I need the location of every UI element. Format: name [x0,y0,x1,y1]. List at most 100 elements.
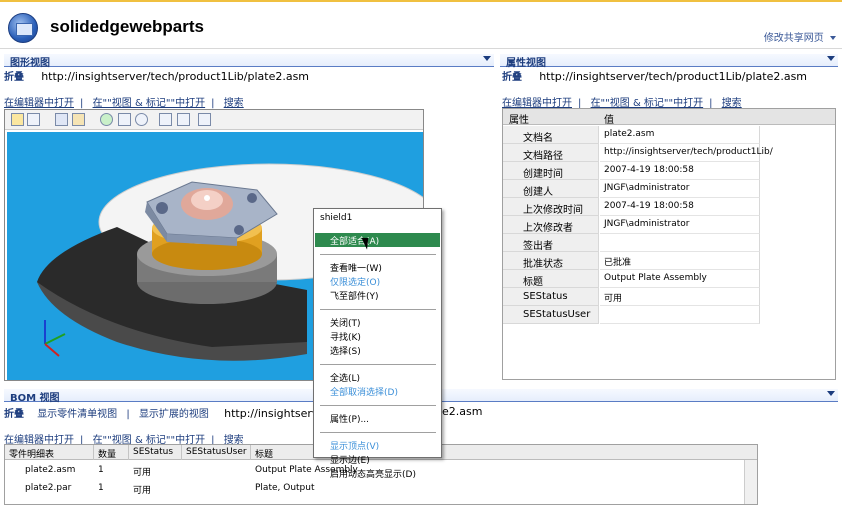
property-key: 签出者 [523,241,553,252]
pan-icon[interactable] [177,113,190,126]
column-header-parts-list[interactable]: 零件明细表 [5,445,94,460]
property-table: 属性 值 文档名 plate2.asm 文档路径 http://insightserv… [502,108,836,380]
context-menu-item[interactable]: 全部取消选择(D) [315,384,440,398]
context-menu-item[interactable]: 启用动态高亮显示(D) [315,466,440,480]
header-divider [0,48,842,49]
property-view-collapse-link[interactable]: 折叠 [502,72,522,83]
context-menu-item[interactable]: 选择(S) [315,343,440,357]
property-view-titlebar: 属性视图 [500,54,838,69]
bom-table-row[interactable]: plate2.par 1 可用 Plate, Output [5,480,745,497]
property-view-menu-icon[interactable] [827,56,835,61]
property-row[interactable]: 上次修改时间 2007-4-19 18:00:58 [503,198,835,216]
property-key: 文档名 [523,133,553,144]
camera-icon[interactable] [72,113,85,126]
property-value-cell [600,288,760,306]
context-menu-header: shield1 [320,213,353,223]
print-icon[interactable] [27,113,40,126]
open-icon[interactable] [11,113,24,126]
bom-view-collapse-link[interactable]: 折叠 [4,409,24,420]
site-logo-icon [8,13,38,43]
column-header-sestatususer[interactable]: SEStatusUser [182,445,251,460]
context-menu-item[interactable]: 属性(P)... [315,411,440,425]
context-menu-item[interactable]: 全选(L) [315,370,440,384]
bom-part-name[interactable]: plate2.par [25,483,71,493]
property-key: 创建时间 [523,169,563,180]
settings-icon[interactable] [55,113,68,126]
graphic-view-title: 图形视图 [10,58,50,69]
property-key: 标题 [523,277,543,288]
zoom-area-icon[interactable] [118,113,131,126]
graphic-view-titlebar: 图形视图 [4,54,494,69]
bom-part-name[interactable]: plate2.asm [25,465,75,475]
context-menu-item[interactable]: 显示顶点(V) [315,438,440,452]
context-menu-item[interactable]: 仅限选定(O) [315,274,440,288]
context-menu: shield1 全部适合(A) 查看唯一(W) 仅限选定(O) 飞至部件(Y) 关闭(T)… [313,208,442,480]
open-in-view-markup-link[interactable]: 在""视图 & 标记""中打开 [93,98,206,109]
column-header-value[interactable]: 值 [604,111,614,126]
bom-quantity: 1 [98,483,104,493]
property-view-path: 折叠 http://insightserver/tech/product1Lib… [502,68,807,83]
bom-quantity: 1 [98,465,104,475]
property-key-cell [503,270,599,288]
property-value: 可用 [604,294,623,304]
menu-separator [320,309,436,310]
column-header-property[interactable]: 属性 [509,111,529,126]
property-key: 上次修改时间 [523,205,583,216]
graphic-view-links: 在编辑器中打开 | 在""视图 & 标记""中打开 | 搜索 [4,98,244,109]
property-value: JNGF\administrator [604,183,690,193]
context-menu-item[interactable]: 飞至部件(Y) [315,288,440,302]
menu-separator [320,364,436,365]
refresh-icon[interactable] [100,113,113,126]
property-row[interactable]: 创建时间 2007-4-19 18:00:58 [503,162,835,180]
property-row[interactable]: 标题 Output Plate Assembly [503,270,835,288]
column-header-sestatus[interactable]: SEStatus [129,445,182,460]
property-key: 批准状态 [523,259,563,270]
context-menu-item[interactable]: 寻找(K) [315,329,440,343]
property-row[interactable]: 文档路径 http://insightserver/tech/product1Li… [503,144,835,162]
menu-separator [320,254,436,255]
property-value: JNGF\administrator [604,219,690,229]
property-view-url: http://insightserver/tech/product1Lib/pl… [539,70,808,83]
graphic-view-url: http://insightserver/tech/product1Lib/pl… [41,70,310,83]
graphic-view-menu-icon[interactable] [483,56,491,61]
property-row[interactable]: 文档名 plate2.asm [503,126,835,144]
zoom-icon[interactable] [135,113,148,126]
property-value: 2007-4-19 18:00:58 [604,201,694,211]
property-value-cell [600,234,760,252]
bom-sestatus: 可用 [133,486,152,496]
property-key: 上次修改者 [523,223,573,234]
bom-table-scrollbar[interactable] [744,460,757,504]
graphic-view-path: 折叠 http://insightserver/tech/product1Lib… [4,68,309,83]
property-row[interactable]: SEStatusUser [503,306,835,324]
property-row[interactable]: 批准状态 已批准 [503,252,835,270]
property-row[interactable]: SEStatus 可用 [503,288,835,306]
show-expanded-view-link[interactable]: 显示扩展的视图 [139,409,209,420]
show-parts-list-link[interactable]: 显示零件清单视图 [37,409,117,420]
search-link[interactable]: 搜索 [224,98,244,109]
bom-view-menu-icon[interactable] [827,391,835,396]
property-key: SEStatusUser [523,309,591,320]
site-title[interactable]: solidedgewebparts [50,17,204,37]
context-menu-item[interactable]: 全部适合(A) [315,233,440,247]
viewer-toolbar [5,110,423,130]
menu-separator [320,405,436,406]
property-value: http://insightserver/tech/product1Lib/ [604,147,773,157]
property-value-cell [600,306,760,324]
bom-view-path: 折叠 显示零件清单视图 | 显示扩展的视图 http://insightserv [4,407,319,420]
property-row[interactable]: 创建人 JNGF\administrator [503,180,835,198]
fit-icon[interactable] [159,113,172,126]
property-row[interactable]: 签出者 [503,234,835,252]
open-in-editor-link[interactable]: 在编辑器中打开 [4,98,74,109]
modify-shared-page-link[interactable]: 修改共享网页 [764,29,836,44]
property-key: 文档路径 [523,151,563,162]
property-row[interactable]: 上次修改者 JNGF\administrator [503,216,835,234]
column-header-quantity[interactable]: 数量 [94,445,129,460]
context-menu-item[interactable]: 关闭(T) [315,315,440,329]
context-menu-item[interactable]: 查看唯一(W) [315,260,440,274]
property-key: 创建人 [523,187,553,198]
property-view-title: 属性视图 [506,58,546,69]
site-header: solidedgewebparts 修改共享网页 [0,0,842,52]
context-menu-item[interactable]: 显示边(E) [315,452,440,466]
view-icon[interactable] [198,113,211,126]
graphic-view-collapse-link[interactable]: 折叠 [4,72,24,83]
